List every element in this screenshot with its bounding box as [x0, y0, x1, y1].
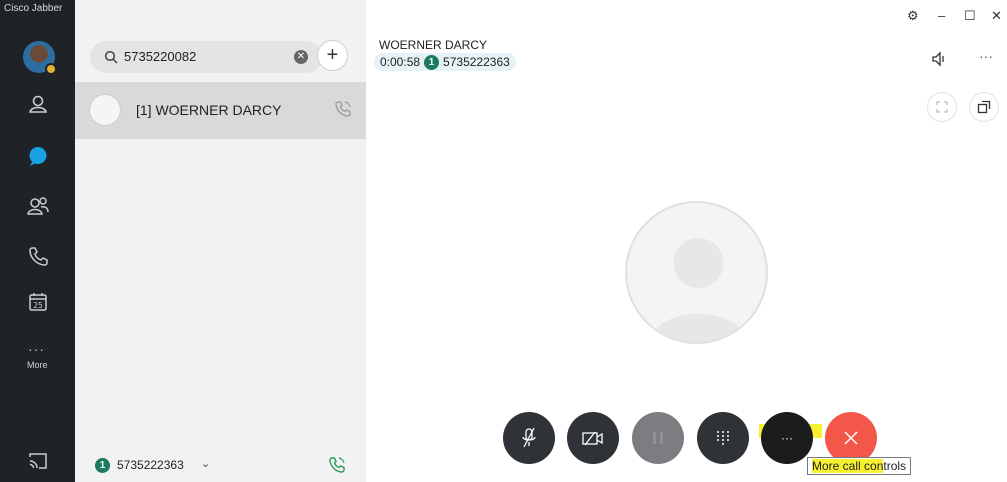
- chats-icon[interactable]: [25, 143, 51, 169]
- close-icon: [844, 431, 858, 445]
- maximize-icon[interactable]: ☐: [964, 8, 976, 24]
- presence-away-icon: [45, 63, 57, 75]
- contact-avatar: [89, 94, 121, 126]
- add-button[interactable]: +: [317, 40, 348, 71]
- microphone-muted-icon: [522, 427, 536, 448]
- clear-search-icon[interactable]: ✕: [294, 50, 308, 64]
- call-pane: WOERNER DARCY 0:00:58 1 5735222363 ⚙ – ☐…: [366, 0, 1007, 482]
- popout-button[interactable]: [969, 92, 999, 122]
- line-badge: 1: [95, 458, 110, 473]
- tooltip-highlighted-text: More call con: [812, 459, 884, 473]
- chevron-down-icon[interactable]: ⌄: [201, 457, 210, 470]
- call-timer: 0:00:58: [380, 55, 421, 69]
- more-call-controls-button[interactable]: ···: [761, 412, 813, 464]
- pause-icon: [653, 432, 663, 444]
- mute-button[interactable]: [503, 412, 555, 464]
- search-input[interactable]: 5735220082 ✕: [90, 41, 322, 73]
- person-silhouette-icon: [649, 238, 748, 342]
- speaker-icon[interactable]: [931, 51, 949, 67]
- hold-button[interactable]: [632, 412, 684, 464]
- call-number: 5735222363: [443, 55, 510, 69]
- active-call-icon[interactable]: [334, 100, 352, 118]
- caller-name: WOERNER DARCY: [379, 38, 488, 52]
- left-rail: Cisco Jabber 25 ··· More: [0, 0, 75, 482]
- user-avatar[interactable]: [23, 41, 57, 75]
- call-status: 0:00:58 1 5735222363: [374, 53, 516, 71]
- jabber-window: Cisco Jabber 25 ··· More 5735220082 ✕ + …: [0, 0, 1007, 482]
- search-icon: [104, 50, 118, 64]
- popout-icon: [977, 100, 991, 114]
- line-number: 5735222363: [117, 458, 184, 472]
- tooltip: More call controls: [807, 457, 912, 475]
- minimize-icon[interactable]: –: [938, 8, 945, 23]
- more-label[interactable]: More: [27, 360, 48, 370]
- calendar-day: 25: [33, 301, 43, 310]
- line-selector[interactable]: 1 5735222363 ⌄: [75, 448, 366, 482]
- line-badge: 1: [424, 54, 440, 70]
- calls-icon[interactable]: [25, 243, 51, 269]
- contacts-icon[interactable]: [25, 91, 51, 117]
- keypad-button[interactable]: [697, 412, 749, 464]
- meetings-icon[interactable]: [25, 193, 51, 219]
- contact-photo-placeholder: [625, 201, 768, 344]
- close-icon[interactable]: ✕: [991, 8, 1002, 24]
- more-dots-icon[interactable]: ···: [28, 341, 45, 357]
- tooltip-text: trols: [883, 459, 907, 473]
- fullscreen-icon: [936, 101, 948, 113]
- phone-icon[interactable]: [328, 456, 346, 474]
- more-dots-icon: ···: [781, 431, 793, 445]
- fullscreen-button[interactable]: [927, 92, 957, 122]
- video-button[interactable]: [567, 412, 619, 464]
- contact-name: [1] WOERNER DARCY: [136, 102, 282, 118]
- more-options-icon[interactable]: ···: [979, 48, 993, 64]
- calendar-icon[interactable]: 25: [25, 289, 51, 315]
- keypad-icon: [717, 431, 729, 445]
- settings-icon[interactable]: ⚙: [907, 8, 919, 24]
- app-title: Cisco Jabber: [4, 3, 63, 14]
- list-item[interactable]: [1] WOERNER DARCY: [75, 82, 366, 139]
- search-value[interactable]: 5735220082: [124, 49, 196, 64]
- conversation-list-pane: 5735220082 ✕ + [1] WOERNER DARCY 1 57352…: [75, 0, 366, 482]
- cast-icon[interactable]: [25, 448, 51, 474]
- video-off-icon: [582, 431, 603, 446]
